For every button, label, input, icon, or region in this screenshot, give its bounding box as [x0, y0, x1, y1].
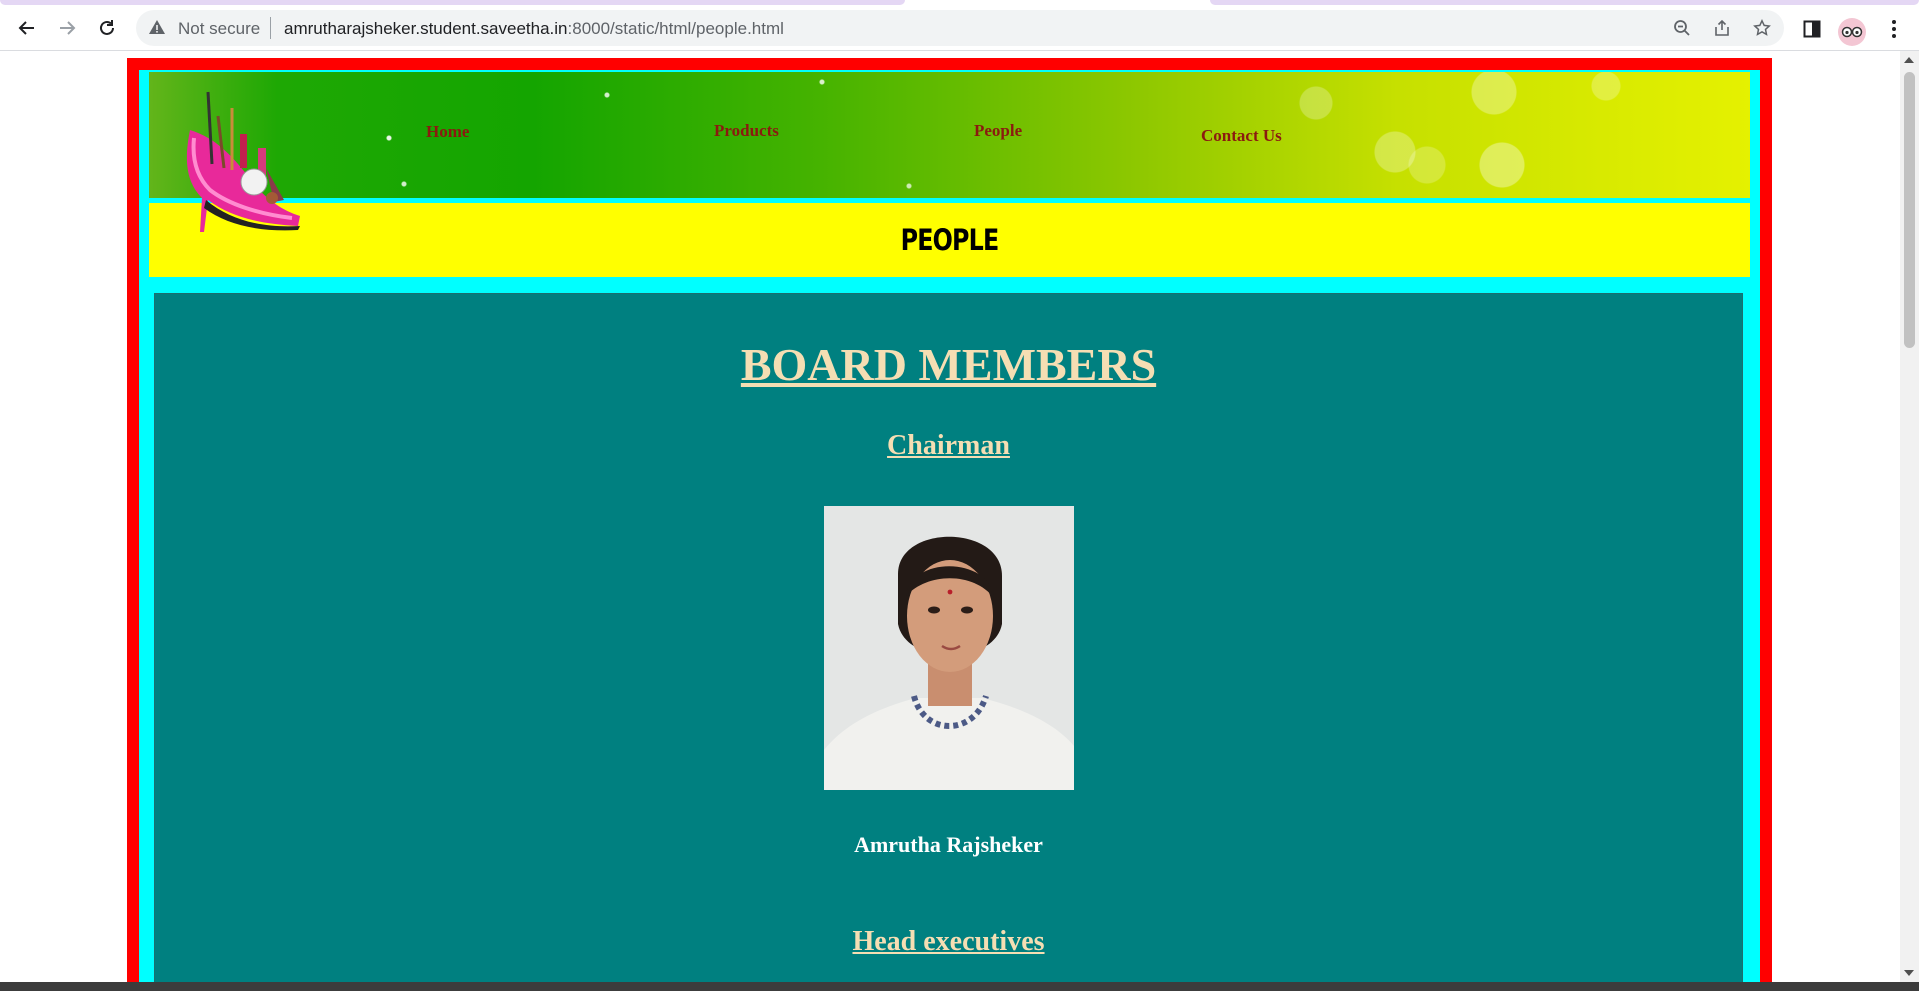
profile-avatar[interactable]	[1838, 18, 1866, 46]
scroll-up-arrow-icon[interactable]	[1904, 57, 1914, 63]
nav-products[interactable]: Products	[714, 121, 779, 141]
page-viewport: Home Products People Contact Us PEOPLE B…	[0, 51, 1900, 982]
board-members-section: BOARD MEMBERS Chairman Amrutha Rajsheker…	[154, 293, 1743, 982]
tab-strip-right	[1210, 0, 1919, 5]
site-frame: Home Products People Contact Us PEOPLE B…	[139, 70, 1760, 982]
zoom-button[interactable]	[1670, 16, 1694, 40]
browser-menu-button[interactable]	[1881, 16, 1907, 42]
back-button[interactable]	[11, 12, 43, 44]
browser-toolbar: Not secure amrutharajsheker.student.save…	[0, 6, 1919, 51]
page-title: PEOPLE	[900, 223, 1000, 257]
portrait-image	[824, 506, 1074, 790]
shoe-logo-icon[interactable]	[162, 72, 302, 232]
url-text[interactable]: amrutharajsheker.student.saveetha.in:800…	[284, 19, 784, 39]
address-separator	[270, 17, 271, 39]
tab-strip-left	[0, 0, 905, 5]
nav-home[interactable]: Home	[426, 122, 469, 142]
reload-icon	[100, 20, 114, 35]
page-title-bar: PEOPLE	[149, 203, 1750, 277]
board-members-heading: BOARD MEMBERS	[740, 339, 1157, 390]
side-panel-icon	[1803, 20, 1821, 38]
nav-contact-us[interactable]: Contact Us	[1201, 126, 1282, 146]
header-banner: Home Products People Contact Us	[149, 72, 1750, 198]
reload-button[interactable]	[91, 12, 123, 44]
chairman-heading: Chairman	[887, 430, 1010, 461]
site-outer-border: Home Products People Contact Us PEOPLE B…	[127, 58, 1772, 982]
share-button[interactable]	[1710, 16, 1734, 40]
nav-people[interactable]: People	[974, 121, 1022, 141]
vertical-scrollbar[interactable]	[1900, 51, 1919, 982]
warning-icon[interactable]	[148, 18, 166, 36]
url-path: :8000/static/html/people.html	[567, 19, 784, 38]
address-bar[interactable]: Not secure amrutharajsheker.student.save…	[136, 10, 1784, 46]
kebab-menu-icon	[1892, 20, 1896, 38]
chairman-name: Amrutha Rajsheker	[854, 832, 1043, 857]
bookmark-button[interactable]	[1750, 16, 1774, 40]
head-executives-heading: Head executives	[852, 926, 1045, 957]
forward-button[interactable]	[51, 12, 83, 44]
profile-glasses-icon	[1841, 26, 1863, 38]
star-icon	[1753, 19, 1771, 36]
side-panel-button[interactable]	[1799, 16, 1825, 42]
scroll-down-arrow-icon[interactable]	[1904, 970, 1914, 976]
security-label[interactable]: Not secure	[178, 19, 260, 39]
chairman-photo	[824, 506, 1074, 790]
zoom-out-icon	[1674, 20, 1690, 36]
bottom-bar	[0, 982, 1919, 991]
forward-arrow-icon	[60, 21, 76, 35]
scrollbar-thumb[interactable]	[1904, 72, 1915, 348]
back-arrow-icon	[18, 21, 34, 35]
url-host: amrutharajsheker.student.saveetha.in	[284, 19, 568, 38]
share-icon	[1715, 19, 1729, 36]
